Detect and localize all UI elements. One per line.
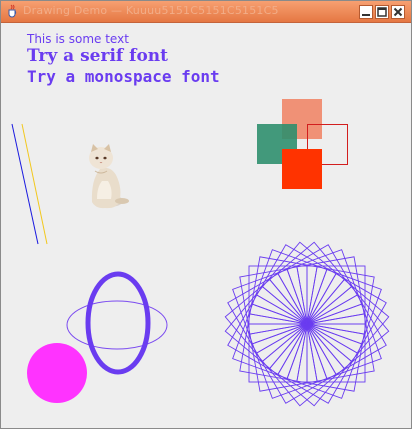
rotated-square <box>286 249 363 325</box>
rotated-square <box>251 249 328 325</box>
kitten-image <box>89 144 129 209</box>
rotated-square <box>232 303 308 380</box>
thick-ellipse <box>85 271 151 375</box>
rotated-square <box>286 323 363 399</box>
rotated-square <box>306 303 382 380</box>
red-square <box>282 149 322 189</box>
rotated-square <box>232 268 308 345</box>
app-window: Drawing Demo — Kuuuu5151C5151C5151C5 Thi… <box>0 0 412 429</box>
rotated-squares-pattern <box>224 241 390 407</box>
rotated-square <box>251 323 328 399</box>
rotated-square <box>306 268 382 345</box>
drawing-canvas <box>11 99 390 407</box>
magenta-circle <box>27 343 87 403</box>
thin-ellipse <box>66 300 168 350</box>
